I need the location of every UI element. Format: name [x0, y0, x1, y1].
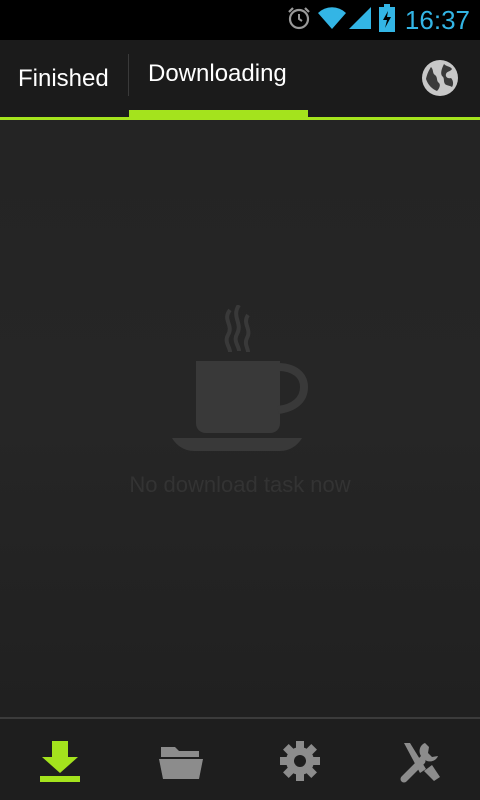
empty-state-message: No download task now [129, 472, 351, 497]
signal-icon [347, 5, 373, 36]
wifi-icon [317, 5, 347, 36]
battery-charging-icon [378, 3, 395, 37]
tab-downloading[interactable]: Downloading [129, 40, 308, 117]
alarm-icon [285, 4, 313, 37]
tab-finished[interactable]: Finished [0, 40, 128, 117]
folder-icon[interactable] [159, 739, 203, 783]
tab-bar: Finished Downloading [0, 40, 480, 120]
coffee-cup-icon [172, 303, 309, 455]
bottom-nav [0, 717, 480, 800]
status-icons: 16:37 [285, 0, 480, 40]
status-time: 16:37 [404, 4, 470, 35]
download-icon[interactable] [38, 739, 82, 783]
gear-icon[interactable] [278, 739, 322, 783]
tools-icon[interactable] [398, 739, 442, 783]
status-bar: 16:37 [0, 0, 480, 40]
globe-icon[interactable] [420, 58, 460, 98]
